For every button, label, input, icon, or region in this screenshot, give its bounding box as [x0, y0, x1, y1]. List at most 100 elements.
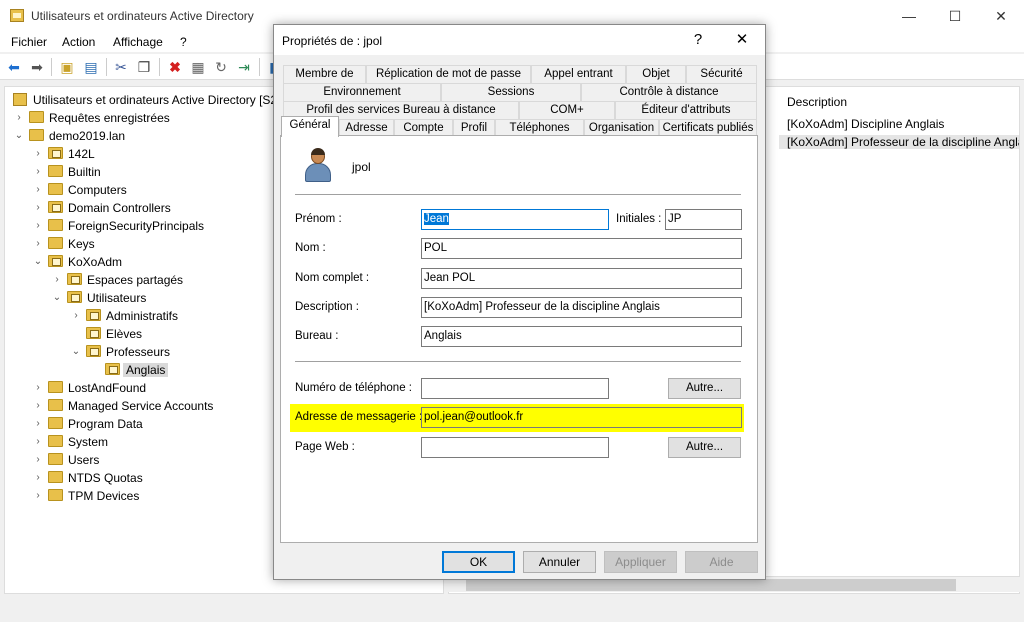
chevron-right-icon[interactable]: › — [32, 451, 44, 469]
bureau-field[interactable]: Anglais — [421, 326, 742, 347]
properties-icon[interactable]: ▦ — [189, 58, 207, 76]
nom-complet-field[interactable]: Jean POL — [421, 268, 742, 289]
telephone-autre-button[interactable]: Autre... — [668, 378, 741, 399]
chevron-right-icon[interactable]: › — [13, 109, 25, 127]
folder-icon — [48, 219, 63, 231]
chevron-right-icon[interactable]: › — [32, 163, 44, 181]
back-icon[interactable]: ⬅ — [5, 58, 23, 76]
tab-sessions[interactable]: Sessions — [441, 83, 581, 101]
apply-button[interactable]: Appliquer — [604, 551, 677, 573]
separator — [295, 361, 741, 362]
minimize-button[interactable]: — — [886, 0, 932, 32]
folder-icon — [48, 183, 63, 195]
prenom-value: Jean — [424, 213, 449, 225]
export-icon[interactable]: ⇥ — [235, 58, 253, 76]
delete-icon[interactable]: ✖ — [166, 58, 184, 76]
dialog-title-bar: Propriétés de : jpol ? ✕ — [274, 25, 765, 55]
ok-button[interactable]: OK — [442, 551, 515, 573]
separator — [295, 194, 741, 195]
menu-fichier[interactable]: Fichier — [11, 35, 47, 49]
menu-affichage[interactable]: Affichage — [113, 35, 163, 49]
tab-replication[interactable]: Réplication de mot de passe — [366, 65, 531, 83]
web-field[interactable] — [421, 437, 609, 458]
chevron-down-icon[interactable]: ⌄ — [51, 289, 63, 307]
tab-securite[interactable]: Sécurité — [686, 65, 757, 83]
folder-icon — [48, 453, 63, 465]
tab-general[interactable]: Général — [281, 116, 339, 137]
folder-icon — [48, 237, 63, 249]
tree-label: Keys — [68, 237, 95, 251]
initiales-label: Initiales : — [616, 213, 662, 225]
maximize-button[interactable]: ☐ — [932, 0, 978, 32]
nom-label: Nom : — [295, 242, 326, 254]
chevron-right-icon[interactable]: › — [32, 181, 44, 199]
tree-label: LostAndFound — [68, 381, 147, 395]
chevron-down-icon[interactable]: ⌄ — [32, 253, 44, 271]
tab-membre-de[interactable]: Membre de — [283, 65, 366, 83]
toolbar-separator — [51, 58, 52, 76]
tab-objet[interactable]: Objet — [626, 65, 686, 83]
tree-label: Computers — [68, 183, 127, 197]
list-row[interactable]: [KoXoAdm] Discipline Anglais — [787, 117, 944, 131]
chevron-right-icon[interactable]: › — [51, 271, 63, 289]
chevron-right-icon[interactable]: › — [32, 487, 44, 505]
chevron-right-icon[interactable]: › — [32, 199, 44, 217]
tab-environnement[interactable]: Environnement — [283, 83, 441, 101]
tree-label: Administratifs — [106, 309, 179, 323]
tree-label: 142L — [68, 147, 95, 161]
copy-icon[interactable]: ❐ — [135, 58, 153, 76]
chevron-right-icon[interactable]: › — [70, 307, 82, 325]
nom-field[interactable]: POL — [421, 238, 742, 259]
tab-appel-entrant[interactable]: Appel entrant — [531, 65, 626, 83]
email-field[interactable]: pol.jean@outlook.fr — [421, 407, 742, 428]
dialog-close-button[interactable]: ✕ — [727, 29, 757, 51]
chevron-down-icon[interactable]: ⌄ — [70, 343, 82, 361]
web-autre-button[interactable]: Autre... — [668, 437, 741, 458]
toolbar-separator — [106, 58, 107, 76]
tree-label: TPM Devices — [68, 489, 140, 503]
forward-icon[interactable]: ➡ — [28, 58, 46, 76]
prenom-field[interactable]: Jean — [421, 209, 609, 230]
dialog-help-button[interactable]: ? — [683, 29, 713, 51]
folder-icon — [48, 399, 63, 411]
dialog-title: Propriétés de : jpol — [282, 34, 383, 48]
cancel-button[interactable]: Annuler — [523, 551, 596, 573]
chevron-right-icon[interactable]: › — [32, 433, 44, 451]
tree-label: Professeurs — [106, 345, 171, 359]
up-folder-icon[interactable]: ▣ — [58, 58, 76, 76]
chevron-right-icon[interactable]: › — [32, 145, 44, 163]
close-button[interactable]: ✕ — [978, 0, 1024, 32]
chevron-down-icon[interactable]: ⌄ — [13, 127, 25, 145]
tab-controle-distance[interactable]: Contrôle à distance — [581, 83, 757, 101]
tree-label: Anglais — [123, 363, 169, 377]
initiales-field[interactable]: JP — [665, 209, 742, 230]
refresh-icon[interactable]: ↻ — [212, 58, 230, 76]
folder-icon — [48, 489, 63, 501]
chevron-right-icon[interactable]: › — [32, 415, 44, 433]
telephone-field[interactable] — [421, 378, 609, 399]
user-avatar-icon — [303, 148, 333, 183]
bureau-label: Bureau : — [295, 330, 339, 342]
chevron-right-icon[interactable]: › — [32, 217, 44, 235]
nom-complet-label: Nom complet : — [295, 272, 370, 284]
tab-editeur-attributs[interactable]: Éditeur d'attributs — [615, 101, 757, 119]
scrollbar-thumb[interactable] — [466, 579, 956, 591]
menu-action[interactable]: Action — [62, 35, 95, 49]
column-header-description[interactable]: Description — [787, 95, 847, 109]
cut-icon[interactable]: ✂ — [112, 58, 130, 76]
tree-label: Program Data — [68, 417, 143, 431]
toolbar-separator — [259, 58, 260, 76]
chevron-right-icon[interactable]: › — [32, 397, 44, 415]
list-row[interactable]: [KoXoAdm] Professeur de la discipline An… — [779, 135, 1019, 149]
show-tree-icon[interactable]: ▤ — [82, 58, 100, 76]
chevron-right-icon[interactable]: › — [32, 379, 44, 397]
description-field[interactable]: [KoXoAdm] Professeur de la discipline An… — [421, 297, 742, 318]
chevron-right-icon[interactable]: › — [32, 235, 44, 253]
menu-help[interactable]: ? — [180, 35, 187, 49]
web-label: Page Web : — [295, 441, 355, 453]
dialog-aide-button[interactable]: Aide — [685, 551, 758, 573]
tab-com-plus[interactable]: COM+ — [519, 101, 615, 119]
tree-label: Espaces partagés — [87, 273, 184, 287]
tree-label: Elèves — [106, 327, 143, 341]
chevron-right-icon[interactable]: › — [32, 469, 44, 487]
